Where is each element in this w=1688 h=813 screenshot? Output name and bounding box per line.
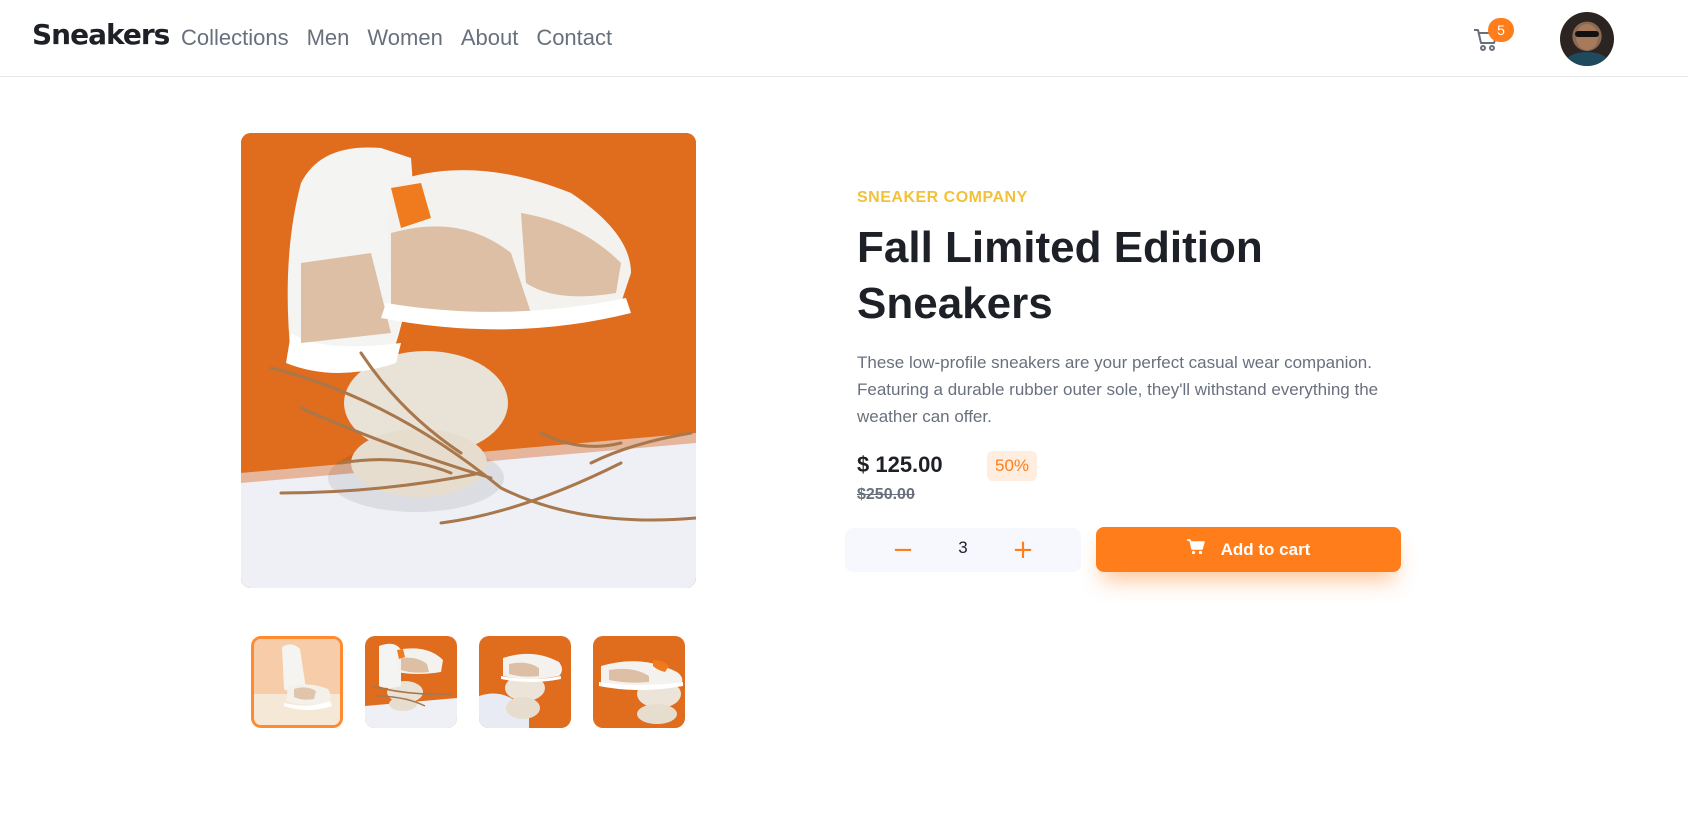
nav-link-about[interactable]: About	[461, 25, 519, 51]
original-price: $250.00	[857, 486, 915, 503]
product-title: Fall Limited Edition Sneakers	[857, 223, 1263, 328]
increment-button[interactable]: +	[1009, 536, 1037, 564]
thumbnail-1[interactable]	[251, 636, 343, 728]
plus-icon: +	[1012, 535, 1034, 565]
add-to-cart-label: Add to cart	[1220, 539, 1311, 559]
discount-badge: 50%	[987, 451, 1037, 481]
quantity-stepper: − 3 +	[845, 528, 1081, 572]
product-main-image[interactable]	[241, 133, 696, 588]
add-to-cart-button[interactable]: Add to cart	[1096, 527, 1401, 572]
current-price: $ 125.00	[857, 452, 943, 477]
avatar[interactable]	[1560, 12, 1614, 66]
minus-icon: −	[892, 535, 914, 565]
nav-link-men[interactable]: Men	[307, 25, 350, 51]
cart-icon	[1186, 539, 1205, 560]
nav-link-collections[interactable]: Collections	[181, 25, 289, 51]
quantity-value: 3	[958, 538, 968, 557]
company-label: SNEAKER COMPANY	[857, 189, 1028, 206]
thumbnail-4[interactable]	[593, 636, 685, 728]
site-header: Sneakers Collections Men Women About Con…	[0, 0, 1688, 77]
decrement-button[interactable]: −	[889, 536, 917, 564]
thumbnail-list	[251, 636, 685, 728]
nav-link-women[interactable]: Women	[367, 25, 442, 51]
nav-link-contact[interactable]: Contact	[536, 25, 612, 51]
cart-count-badge: 5	[1488, 18, 1514, 42]
thumbnail-2[interactable]	[365, 636, 457, 728]
logo[interactable]: Sneakers	[32, 18, 170, 51]
thumbnail-3[interactable]	[479, 636, 571, 728]
main-nav: Collections Men Women About Contact	[181, 25, 612, 51]
product-description: These low-profile sneakers are your perf…	[857, 353, 1379, 426]
